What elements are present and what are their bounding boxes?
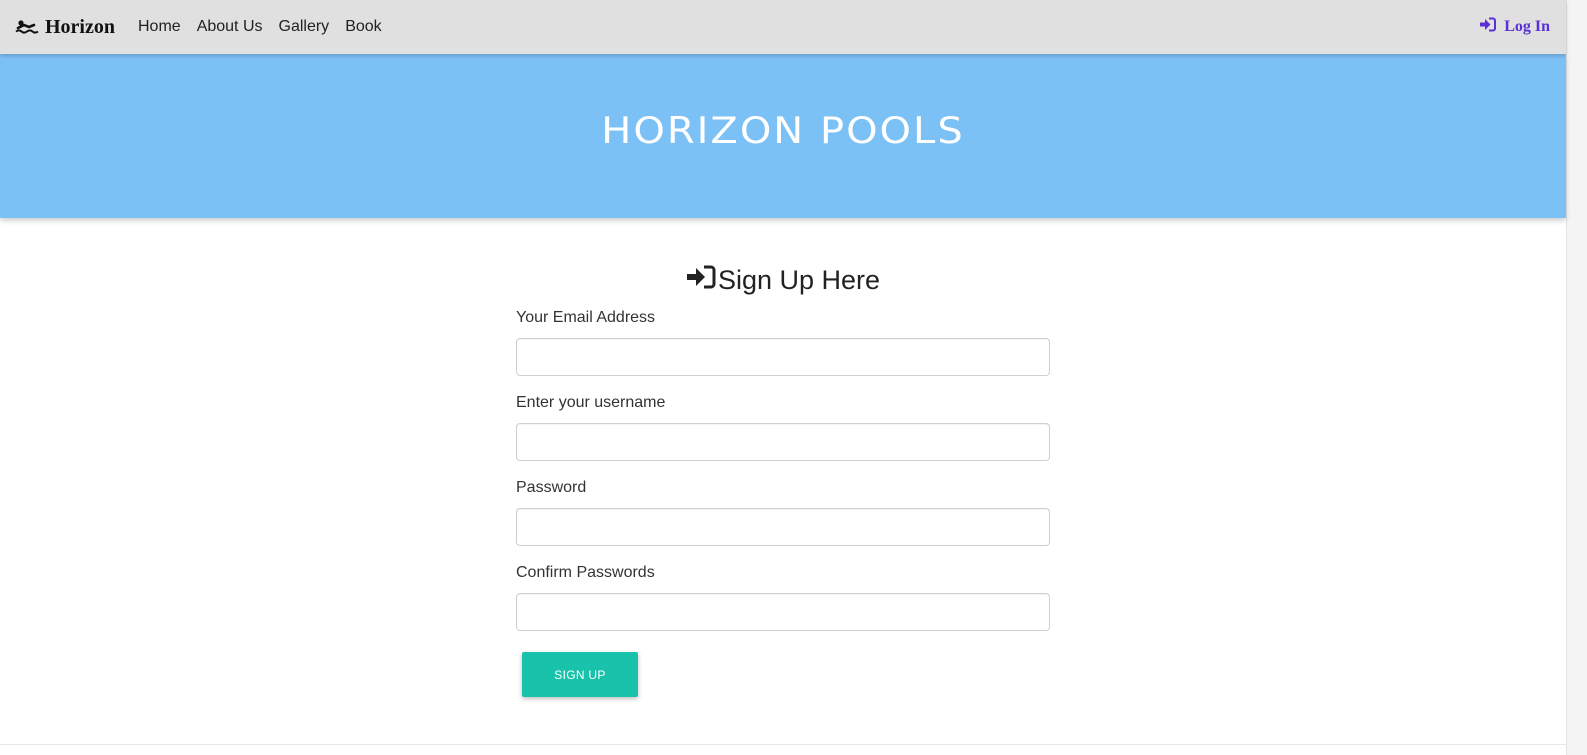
nav-link-gallery[interactable]: Gallery	[279, 16, 330, 38]
swimmer-icon	[15, 19, 39, 35]
login-label: Log In	[1504, 18, 1550, 35]
signup-heading-text: Sign Up Here	[717, 265, 881, 295]
signup-heading: Sign Up Here	[516, 262, 1050, 298]
top-navbar: Horizon Home About Us Gallery Book Log I…	[0, 0, 1566, 54]
nav-link-book[interactable]: Book	[345, 16, 381, 38]
username-field[interactable]	[516, 423, 1050, 461]
sign-in-icon	[686, 262, 716, 298]
brand-link[interactable]: Horizon	[15, 14, 115, 40]
sign-up-button[interactable]: SIGN UP	[522, 652, 638, 697]
confirm-password-label: Confirm Passwords	[516, 564, 655, 581]
confirm-password-field[interactable]	[516, 593, 1050, 631]
nav-link-about-us[interactable]: About Us	[197, 16, 263, 38]
sign-in-icon	[1479, 17, 1497, 37]
vertical-scrollbar[interactable]	[1566, 0, 1587, 755]
footer-divider	[0, 744, 1566, 745]
email-label: Your Email Address	[516, 309, 656, 326]
hero-banner: HORIZON POOLS	[0, 54, 1566, 218]
password-field[interactable]	[516, 508, 1050, 546]
brand-name: Horizon	[45, 15, 115, 38]
username-label: Enter your username	[516, 394, 666, 411]
nav-links: Home About Us Gallery Book	[138, 16, 398, 38]
hero-title: HORIZON POOLS	[601, 109, 965, 153]
email-field[interactable]	[516, 338, 1050, 376]
password-label: Password	[516, 479, 587, 496]
nav-link-home[interactable]: Home	[138, 16, 181, 38]
login-link[interactable]: Log In	[1479, 16, 1550, 38]
